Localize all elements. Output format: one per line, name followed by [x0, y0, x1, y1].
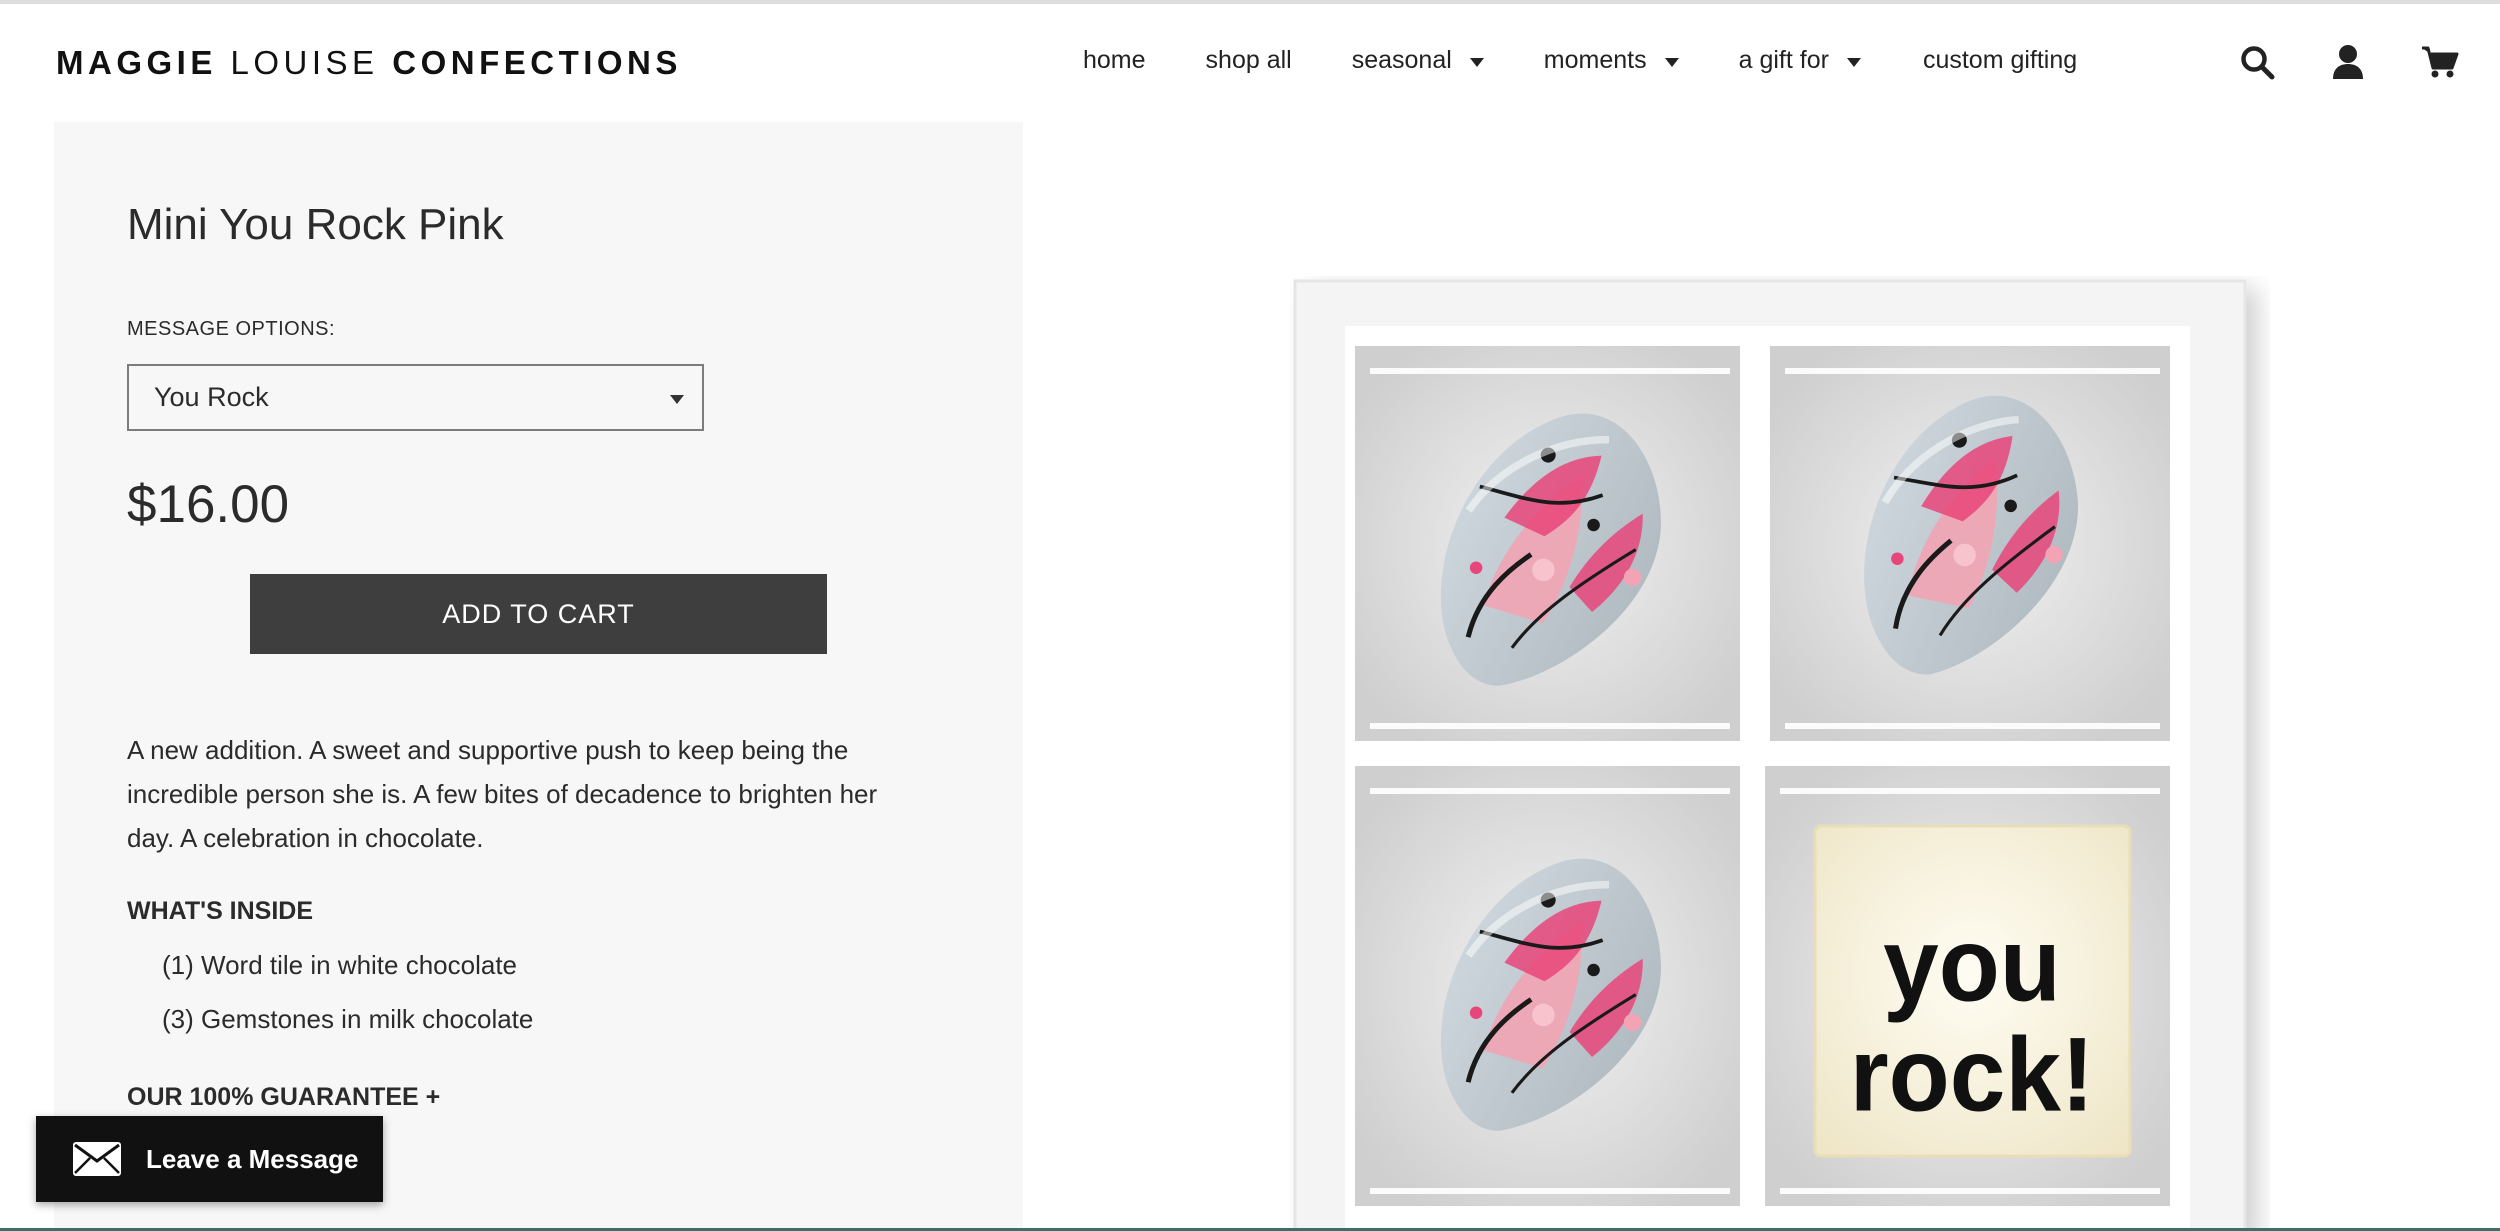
site-logo[interactable]: MAGGIE LOUISE CONFECTIONS — [56, 44, 682, 82]
selected-message: You Rock — [154, 382, 269, 412]
list-item: (3) Gemstones in milk chocolate — [162, 1004, 534, 1034]
leave-a-message-label: Leave a Message — [146, 1143, 359, 1174]
product-price: $16.00 — [127, 475, 290, 534]
nav-home[interactable]: home — [1083, 46, 1146, 75]
main-nav: home shop all seasonal moments a gift fo… — [1083, 46, 2077, 75]
tile-text-line2: rock! — [1850, 1016, 2095, 1134]
nav-moments[interactable]: moments — [1544, 46, 1679, 75]
cart-icon[interactable] — [2418, 40, 2462, 84]
product-image[interactable]: you rock! — [1290, 276, 2270, 1231]
message-options-label: MESSAGE OPTIONS: — [127, 318, 336, 340]
leave-a-message-button[interactable]: Leave a Message — [36, 1116, 383, 1202]
whats-inside-list: (1) Word tile in white chocolate (3) Gem… — [162, 945, 533, 1053]
nav-label: moments — [1543, 46, 1647, 74]
message-options-select[interactable]: You Rock — [127, 364, 704, 431]
whats-inside-heading: WHAT'S INSIDE — [127, 897, 314, 925]
nav-label: shop all — [1205, 46, 1292, 74]
chevron-down-icon — [670, 395, 684, 404]
chevron-down-icon — [1664, 57, 1679, 67]
top-border — [0, 0, 2500, 4]
list-item: (1) Word tile in white chocolate — [162, 950, 518, 980]
nav-label: custom gifting — [1922, 46, 2078, 74]
header-icons — [2235, 40, 2462, 84]
nav-label: seasonal — [1351, 46, 1452, 74]
search-icon[interactable] — [2235, 40, 2279, 84]
nav-label: a gift for — [1738, 46, 1829, 74]
product-title: Mini You Rock Pink — [127, 200, 504, 249]
nav-shop-all[interactable]: shop all — [1206, 46, 1292, 75]
guarantee-toggle[interactable]: OUR 100% GUARANTEE + — [127, 1083, 440, 1112]
account-icon[interactable] — [2326, 40, 2370, 84]
chevron-down-icon — [1469, 57, 1484, 67]
add-to-cart-button[interactable]: ADD TO CART — [250, 574, 827, 654]
chevron-down-icon — [1846, 57, 1861, 67]
envelope-icon — [72, 1141, 122, 1177]
nav-seasonal[interactable]: seasonal — [1352, 46, 1484, 75]
nav-a-gift-for[interactable]: a gift for — [1739, 46, 1861, 75]
nav-custom-gifting[interactable]: custom gifting — [1923, 46, 2077, 75]
product-info-panel — [54, 122, 1023, 1231]
nav-label: home — [1083, 46, 1146, 74]
tile-text-line1: you — [1883, 905, 2061, 1023]
product-description: A new addition. A sweet and supportive p… — [127, 735, 878, 853]
